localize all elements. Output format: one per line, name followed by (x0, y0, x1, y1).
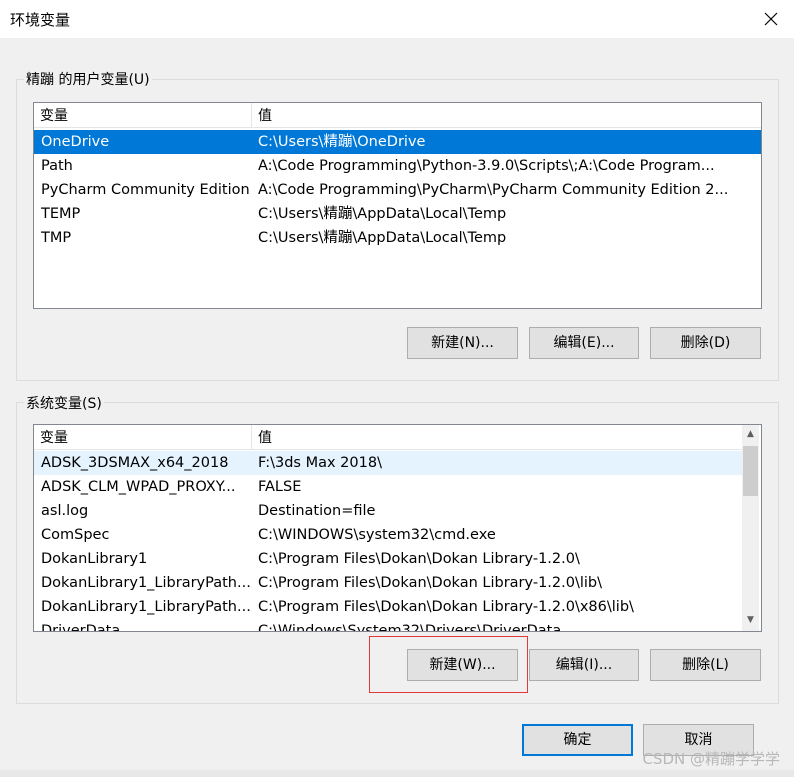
window-title: 环境变量 (10, 11, 71, 29)
table-row[interactable]: Path A:\Code Programming\Python-3.9.0\Scr… (34, 154, 761, 178)
table-row[interactable]: ADSK_CLM_WPAD_PROXY... FALSE (34, 475, 742, 499)
variable-name-cell: DokanLibrary1 (41, 551, 148, 567)
table-row[interactable]: PyCharm Community Edition A:\Code Program… (34, 178, 761, 202)
user-edit-button[interactable]: 编辑(E)... (529, 327, 639, 359)
title-bar: 环境变量 (0, 0, 794, 39)
table-row[interactable]: TEMP C:\Users\精蹦\AppData\Local\Temp (34, 202, 761, 226)
user-new-button[interactable]: 新建(N)... (407, 327, 518, 359)
variable-name-cell: OneDrive (41, 134, 110, 150)
system-edit-button[interactable]: 编辑(I)... (529, 649, 639, 681)
variable-value-cell: C:\Windows\System32\Drivers\DriverData (258, 623, 562, 632)
annotation-highlight-box (369, 636, 528, 693)
system-variables-label: 系统变量(S) (24, 393, 104, 413)
variable-name-cell: DokanLibrary1_LibraryPath... (41, 599, 251, 615)
variable-value-cell: C:\WINDOWS\system32\cmd.exe (258, 527, 496, 543)
system-variables-list[interactable]: 变量 值 ADSK_3DSMAX_x64_2018 F:\3ds Max 2018… (33, 424, 762, 632)
variable-name-cell: DokanLibrary1_LibraryPath... (41, 575, 251, 591)
variable-value-cell: Destination=file (258, 503, 376, 519)
table-row[interactable]: ADSK_3DSMAX_x64_2018 F:\3ds Max 2018\ (34, 451, 742, 475)
scroll-thumb[interactable] (743, 446, 758, 496)
table-row[interactable]: DokanLibrary1 C:\Program Files\Dokan\Doka… (34, 547, 742, 571)
table-row[interactable]: asl.log Destination=file (34, 499, 742, 523)
ok-button[interactable]: 确定 (522, 724, 633, 756)
column-header-value[interactable]: 值 (252, 103, 272, 127)
scroll-down-arrow-icon[interactable]: ▼ (742, 611, 759, 628)
user-variables-label: 精蹦 的用户变量(U) (24, 69, 152, 89)
table-row[interactable]: OneDrive C:\Users\精蹦\OneDrive (34, 130, 761, 154)
system-delete-button[interactable]: 删除(L) (650, 649, 761, 681)
variable-name-cell: TMP (41, 230, 72, 246)
table-row[interactable]: TMP C:\Users\精蹦\AppData\Local\Temp (34, 226, 761, 250)
column-header-value[interactable]: 值 (252, 425, 272, 449)
variable-name-cell: ADSK_3DSMAX_x64_2018 (41, 455, 229, 471)
variable-name-cell: PyCharm Community Edition (41, 182, 250, 198)
user-variables-list[interactable]: 变量 值 OneDrive C:\Users\精蹦\OneDrive Path A:\… (33, 102, 762, 309)
table-row[interactable]: DriverData C:\Windows\System32\Drivers\Dr… (34, 619, 742, 632)
column-header-variable[interactable]: 变量 (34, 425, 252, 449)
variable-name-cell: asl.log (41, 503, 89, 519)
user-delete-button[interactable]: 删除(D) (650, 327, 761, 359)
column-header-variable[interactable]: 变量 (34, 103, 252, 127)
variable-name-cell: DriverData (41, 623, 121, 632)
variable-value-cell: FALSE (258, 479, 302, 495)
variable-name-cell: ComSpec (41, 527, 110, 543)
system-list-scrollbar[interactable]: ▲ ▼ (742, 425, 759, 631)
watermark: CSDN @精蹦学学学 (642, 750, 780, 768)
variable-value-cell: F:\3ds Max 2018\ (258, 455, 382, 471)
table-row[interactable]: DokanLibrary1_LibraryPath... C:\Program F… (34, 571, 742, 595)
table-row[interactable]: DokanLibrary1_LibraryPath... C:\Program F… (34, 595, 742, 619)
scroll-up-arrow-icon[interactable]: ▲ (742, 425, 759, 442)
variable-value-cell: C:\Program Files\Dokan\Dokan Library-1.2… (258, 599, 634, 615)
background-strip (0, 770, 794, 777)
variable-value-cell: C:\Users\精蹦\OneDrive (258, 134, 426, 150)
table-row[interactable]: ComSpec C:\WINDOWS\system32\cmd.exe (34, 523, 742, 547)
variable-value-cell: C:\Users\精蹦\AppData\Local\Temp (258, 206, 507, 222)
variable-value-cell: C:\Program Files\Dokan\Dokan Library-1.2… (258, 575, 602, 591)
variable-value-cell: C:\Users\精蹦\AppData\Local\Temp (258, 230, 507, 246)
variable-name-cell: TEMP (41, 206, 81, 222)
variable-name-cell: Path (41, 158, 73, 174)
close-icon (764, 12, 778, 26)
variable-value-cell: C:\Program Files\Dokan\Dokan Library-1.2… (258, 551, 580, 567)
variable-value-cell: A:\Code Programming\Python-3.9.0\Scripts… (258, 158, 715, 174)
user-list-header: 变量 值 (34, 103, 761, 128)
system-list-header: 变量 值 (34, 425, 742, 450)
variable-name-cell: ADSK_CLM_WPAD_PROXY... (41, 479, 236, 495)
variable-value-cell: A:\Code Programming\PyCharm\PyCharm Comm… (258, 182, 729, 198)
close-button[interactable] (748, 0, 794, 38)
